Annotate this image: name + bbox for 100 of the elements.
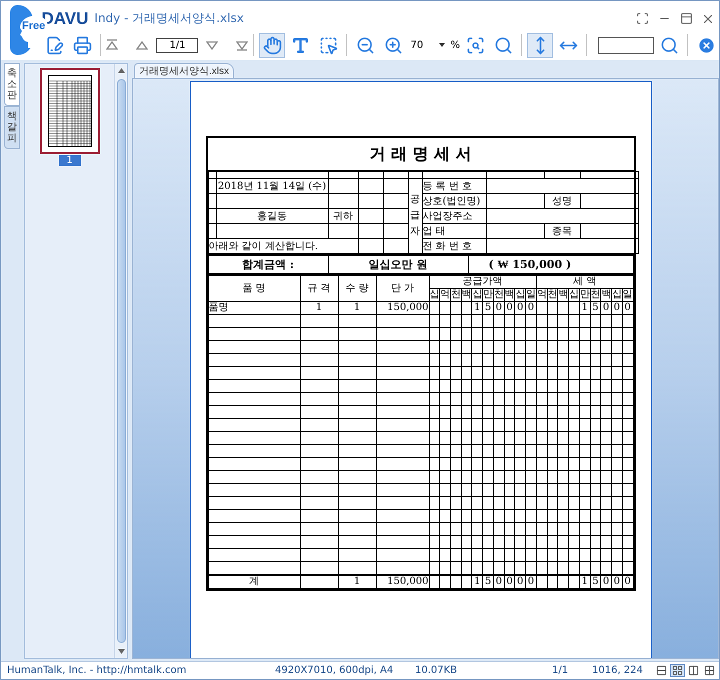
table-header: 십 (429, 288, 440, 302)
search-field[interactable] (598, 36, 654, 54)
fullscreen-icon (636, 12, 648, 25)
close-circle-icon (696, 36, 716, 54)
table-cell: 0 (611, 574, 622, 588)
hand-tool-icon (262, 36, 282, 54)
previous-page-icon[interactable] (136, 39, 148, 51)
cursor-position: 1016, 224 (592, 665, 644, 676)
table-cell: 0 (514, 302, 526, 314)
table-cell: 0 (600, 574, 612, 588)
table-cell: 0 (493, 574, 504, 588)
view-mode-icon (688, 665, 699, 676)
table-cell: 150,000 (376, 302, 429, 314)
zoom-out-icon (356, 36, 375, 54)
maximize-icon (680, 12, 692, 25)
table-cell: 5 (590, 302, 601, 314)
table-header: 십 (568, 288, 580, 302)
view-mode-icon (704, 665, 715, 676)
table-cell: 2018년 11월 14일 (수) (216, 178, 328, 194)
fit-height-button[interactable] (527, 32, 553, 58)
first-page-icon[interactable] (106, 39, 118, 51)
document-pen-icon (44, 36, 64, 54)
page-number-field[interactable]: 1/1 (156, 38, 198, 52)
table-header: 천 (547, 288, 558, 302)
search-icon (660, 36, 678, 54)
table-cell: 5 (482, 302, 494, 314)
table-header: 천 (493, 288, 504, 302)
table-header: 억 (440, 288, 450, 302)
table-header: 억 (536, 288, 548, 302)
document-tab[interactable]: 거래명세서양식.xlsx (134, 63, 234, 78)
table-header: 일 (526, 288, 536, 302)
table-header: 만 (482, 288, 494, 302)
table-cell: 공급자 (408, 178, 422, 254)
table-header: 백 (558, 288, 569, 302)
scroll-up-icon[interactable] (116, 66, 126, 75)
view-mode-button[interactable] (670, 664, 685, 677)
table-cell: 1 (579, 574, 590, 588)
table-cell: 0 (493, 302, 504, 314)
view-mode-button[interactable] (654, 664, 669, 677)
table-header: 만 (579, 288, 590, 302)
table-cell: 1 (472, 574, 483, 588)
table-cell: 150,000 (376, 574, 429, 588)
table-cell: 홍길동 (216, 208, 328, 224)
table-header: 백 (504, 288, 515, 302)
table-cell: 1 (338, 302, 376, 314)
table-header: 단 가 (376, 276, 429, 302)
next-page-icon[interactable] (206, 39, 218, 51)
table-header: 수 량 (338, 276, 376, 302)
window-title: Indy - 거래명세서양식.xlsx (94, 10, 245, 27)
logo-text: Free (22, 20, 46, 32)
table-cell: 5 (482, 574, 494, 588)
table-header: 세 액 (536, 276, 633, 288)
table-header: 백 (600, 288, 612, 302)
view-mode-icon (672, 665, 683, 676)
table-cell: 계 (208, 574, 300, 588)
file-size: 10.07KB (415, 665, 458, 676)
table-cell: 0 (600, 302, 612, 314)
view-mode-button[interactable] (702, 664, 717, 677)
page-thumbnail[interactable] (40, 68, 100, 154)
side-tab[interactable]: 책갈피 (4, 106, 20, 149)
table-cell: 전 화 번 호 (422, 238, 486, 254)
zoom-value[interactable]: 70 (408, 40, 434, 50)
table-cell: ( ₩ 150,000 ) (468, 255, 633, 274)
view-mode-button[interactable] (686, 664, 701, 677)
search-icon (494, 36, 512, 54)
table-cell: 등 록 번 호 (422, 178, 486, 194)
zoom-in-icon (384, 36, 403, 54)
side-tab[interactable]: 축소판 (4, 63, 20, 106)
table-cell: 1 (338, 574, 376, 588)
table-cell: 5 (590, 574, 601, 588)
table-cell: 0 (611, 302, 622, 314)
zoom-unit: % (450, 40, 460, 50)
table-header: 십 (611, 288, 622, 302)
table-cell: 일십오만 원 (328, 255, 468, 274)
last-page-icon[interactable] (236, 39, 248, 51)
scrollbar-thumb[interactable] (116, 79, 126, 643)
table-cell: 품명 (208, 302, 300, 314)
document-title: 거 래 명 세 서 (208, 138, 634, 171)
table-cell: 1 (579, 302, 590, 314)
table-header: 천 (590, 288, 601, 302)
table-cell: 0 (622, 574, 633, 588)
scroll-down-icon[interactable] (116, 647, 126, 656)
table-cell: 성명 (544, 194, 580, 208)
table-cell: 1 (472, 302, 483, 314)
view-mode-icon (656, 665, 667, 676)
table-header: 백 (461, 288, 472, 302)
table-cell: 합계금액 : (208, 255, 328, 274)
document-drawing (48, 75, 92, 147)
hand-tool-button[interactable] (259, 32, 286, 58)
text-tool-icon (290, 36, 310, 54)
thumbnail-label[interactable]: 1 (58, 155, 80, 166)
table-header: 십 (472, 288, 483, 302)
printer-icon (72, 36, 92, 54)
caret-icon[interactable] (439, 43, 446, 47)
table-header: 천 (450, 288, 462, 302)
table-cell: 0 (514, 574, 526, 588)
selection-tool-icon (318, 36, 338, 54)
table-header: 품 명 (208, 276, 300, 302)
table-header: 공급가액 (429, 276, 536, 288)
table-cell: 상호(법인명) (422, 194, 486, 208)
